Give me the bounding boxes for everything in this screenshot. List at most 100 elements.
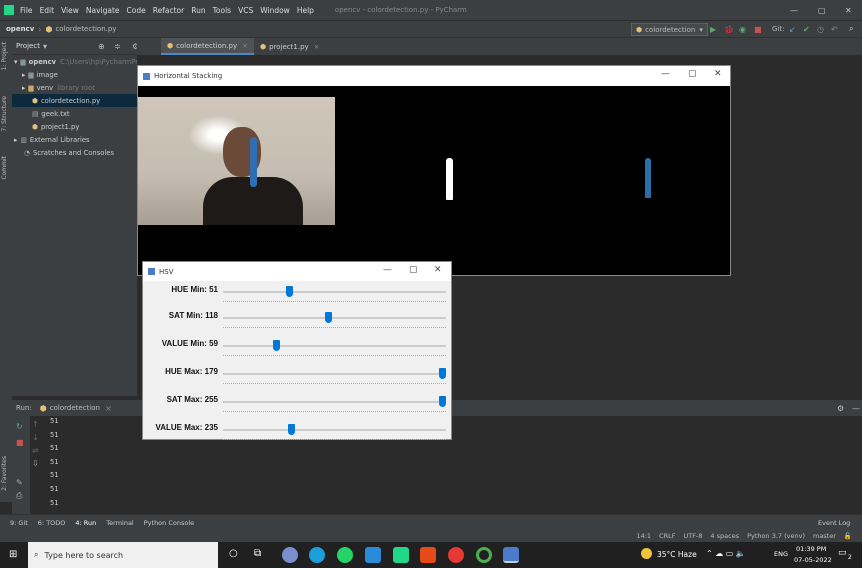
windows-start-icon[interactable]: ⊞ bbox=[9, 549, 17, 560]
menu-edit[interactable]: Edit bbox=[40, 6, 55, 15]
task-view-icon[interactable]: ⧉ bbox=[254, 548, 261, 559]
menu-refactor[interactable]: Refactor bbox=[153, 6, 184, 15]
tree-item-opencv[interactable]: ▾ ▆ opencv C:\Users\hp\PycharmProjects\o… bbox=[12, 55, 175, 68]
tree-item-scratches[interactable]: ◔ Scratches and Consoles bbox=[12, 146, 137, 159]
stop-icon[interactable]: ■ bbox=[16, 438, 24, 447]
maximize-button[interactable]: ▢ bbox=[818, 6, 826, 15]
wrap-icon[interactable]: ⇌ bbox=[32, 444, 39, 457]
gear-icon[interactable]: ⚙ bbox=[837, 404, 844, 413]
trackbar-thumb[interactable] bbox=[287, 424, 295, 435]
trackbar-track[interactable] bbox=[223, 401, 446, 403]
scroll-end-icon[interactable]: ⇩ bbox=[32, 457, 39, 470]
expand-icon[interactable]: ▾ bbox=[14, 58, 17, 66]
trackbar-track[interactable] bbox=[223, 345, 446, 347]
trackbar-track[interactable] bbox=[223, 429, 446, 431]
python-icon[interactable] bbox=[503, 547, 519, 563]
locate-icon[interactable]: ⊕ bbox=[98, 42, 105, 51]
menu-navigate[interactable]: Navigate bbox=[86, 6, 120, 15]
tree-item-geek[interactable]: ▤ geek.txt bbox=[12, 107, 137, 120]
rollback-icon[interactable]: ↶ bbox=[831, 25, 838, 34]
status-interpreter[interactable]: Python 3.7 (venv) bbox=[747, 532, 805, 540]
git-update-icon[interactable]: ↙ bbox=[789, 25, 796, 34]
office-icon[interactable] bbox=[420, 547, 436, 563]
tool-tab-git[interactable]: 9: Git bbox=[10, 519, 28, 527]
tree-item-project1[interactable]: ⬢ project1.py bbox=[12, 120, 137, 133]
cortana-icon[interactable]: ○ bbox=[229, 548, 238, 559]
tree-item-image[interactable]: ▸ ▆ image bbox=[12, 68, 137, 81]
ring-app-icon[interactable] bbox=[476, 547, 492, 563]
taskbar-search[interactable]: ⌕ Type here to search bbox=[28, 542, 218, 568]
pycharm-icon[interactable] bbox=[393, 547, 409, 563]
tool-tab-commit[interactable]: Commit bbox=[1, 156, 8, 180]
weather-text[interactable]: 35°C Haze bbox=[657, 550, 697, 559]
run-config-dropdown[interactable]: ⬢ colordetection ▾ bbox=[631, 23, 708, 36]
app-r-icon[interactable] bbox=[282, 547, 298, 563]
editor-tab-project1[interactable]: ⬢ project1.py × bbox=[254, 38, 326, 55]
project-panel-title[interactable]: Project bbox=[16, 42, 40, 50]
trackbar-track[interactable] bbox=[223, 373, 446, 375]
stop-icon[interactable]: ■ bbox=[754, 25, 762, 34]
chrome-icon[interactable] bbox=[448, 547, 464, 563]
trackbar-thumb[interactable] bbox=[439, 368, 446, 379]
expand-icon[interactable]: ▸ bbox=[22, 71, 25, 79]
breadcrumb-project[interactable]: opencv bbox=[6, 25, 34, 33]
tool-tab-terminal[interactable]: Terminal bbox=[106, 519, 133, 527]
chevron-down-icon[interactable]: ▾ bbox=[43, 42, 47, 51]
trackbar-thumb[interactable] bbox=[285, 286, 293, 297]
tool-tab-favorites[interactable]: 2: Favorites bbox=[1, 456, 8, 491]
git-history-icon[interactable]: ◷ bbox=[817, 25, 824, 34]
event-log-button[interactable]: Event Log bbox=[818, 519, 850, 527]
editor-tab-colordetection[interactable]: ⬢ colordetection.py × bbox=[161, 38, 254, 55]
maximize-button[interactable]: ▢ bbox=[688, 69, 697, 79]
menu-vcs[interactable]: VCS bbox=[238, 6, 253, 15]
lock-icon[interactable]: 🔓 bbox=[844, 532, 852, 540]
whatsapp-icon[interactable] bbox=[337, 547, 353, 563]
language-indicator[interactable]: ENG bbox=[774, 550, 788, 558]
expand-icon[interactable]: ▸ bbox=[22, 84, 25, 92]
collapse-icon[interactable]: ≑ bbox=[114, 42, 121, 51]
notification-icon[interactable]: ▭ bbox=[838, 548, 847, 558]
hide-panel-icon[interactable]: — bbox=[852, 404, 860, 413]
tool-tab-todo[interactable]: 6: TODO bbox=[38, 519, 66, 527]
minimize-button[interactable]: — bbox=[661, 69, 670, 79]
close-tab-icon[interactable]: × bbox=[105, 404, 112, 413]
breadcrumb-file[interactable]: colordetection.py bbox=[55, 25, 116, 33]
tree-item-external-libraries[interactable]: ▸ ▥ External Libraries bbox=[12, 133, 137, 146]
menu-view[interactable]: View bbox=[61, 6, 79, 15]
edge-icon[interactable] bbox=[309, 547, 325, 563]
coverage-icon[interactable]: ◉ bbox=[739, 25, 746, 34]
expand-icon[interactable]: ▸ bbox=[14, 136, 17, 144]
menu-help[interactable]: Help bbox=[297, 6, 314, 15]
status-line-ending[interactable]: CRLF bbox=[659, 532, 675, 540]
status-position[interactable]: 14:1 bbox=[636, 532, 651, 540]
trackbar-thumb[interactable] bbox=[272, 340, 280, 351]
menu-run[interactable]: Run bbox=[191, 6, 205, 15]
print-icon[interactable]: ⎙ bbox=[16, 491, 22, 501]
menu-window[interactable]: Window bbox=[260, 6, 290, 15]
pin-icon[interactable]: ✎ bbox=[16, 478, 23, 487]
store-icon[interactable] bbox=[365, 547, 381, 563]
rerun-icon[interactable]: ↻ bbox=[16, 422, 23, 431]
minimize-button[interactable]: — bbox=[383, 265, 392, 275]
up-arrow-icon[interactable]: ↑ bbox=[32, 418, 39, 431]
menu-file[interactable]: File bbox=[20, 6, 33, 15]
tool-tab-structure[interactable]: 7: Structure bbox=[1, 96, 8, 132]
minimize-button[interactable]: — bbox=[790, 6, 798, 15]
status-encoding[interactable]: UTF-8 bbox=[683, 532, 702, 540]
status-indent[interactable]: 4 spaces bbox=[710, 532, 739, 540]
status-branch[interactable]: master bbox=[813, 532, 836, 540]
menu-code[interactable]: Code bbox=[127, 6, 146, 15]
run-tab-label[interactable]: colordetection bbox=[50, 404, 100, 412]
trackbar-thumb[interactable] bbox=[439, 396, 446, 407]
close-button[interactable]: ✕ bbox=[434, 265, 442, 275]
run-icon[interactable]: ▶ bbox=[710, 25, 716, 34]
tree-item-venv[interactable]: ▸ ▆ venv library root bbox=[12, 81, 137, 94]
tool-tab-project[interactable]: 1: Project bbox=[1, 42, 8, 70]
clock-date[interactable]: 07-05-2022 bbox=[794, 556, 832, 564]
tool-tab-python-console[interactable]: Python Console bbox=[144, 519, 194, 527]
debug-icon[interactable]: 🐞 bbox=[724, 25, 734, 34]
close-tab-icon[interactable]: × bbox=[314, 43, 320, 51]
search-icon[interactable]: ⌕ bbox=[849, 24, 853, 34]
close-tab-icon[interactable]: × bbox=[242, 42, 248, 50]
trackbar-track[interactable] bbox=[223, 291, 446, 293]
